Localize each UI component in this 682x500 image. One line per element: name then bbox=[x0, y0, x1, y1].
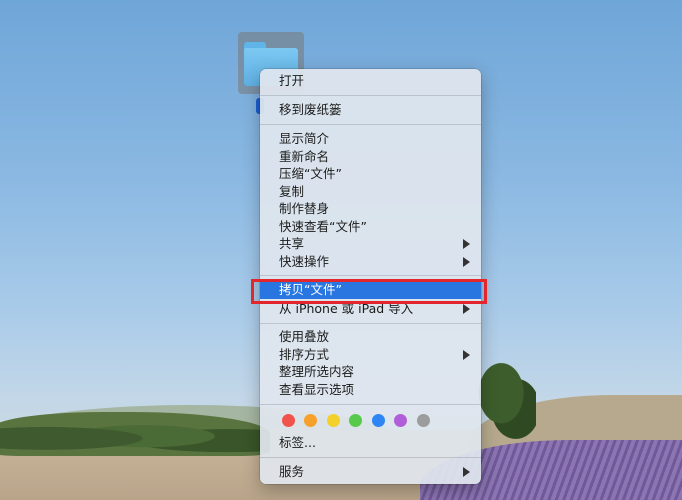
menu-item-services[interactable]: 服务 bbox=[260, 463, 481, 481]
menu-item-duplicate[interactable]: 复制 bbox=[260, 183, 481, 201]
menu-separator bbox=[260, 275, 481, 276]
menu-separator bbox=[260, 457, 481, 458]
menu-item-label: 复制 bbox=[279, 184, 305, 199]
menu-item-label: 显示简介 bbox=[279, 131, 330, 146]
chevron-right-icon bbox=[463, 467, 470, 477]
menu-item-label: 重新命名 bbox=[279, 149, 330, 164]
background-trees bbox=[0, 412, 270, 456]
menu-item-open[interactable]: 打开 bbox=[260, 72, 481, 90]
tag-blue[interactable] bbox=[372, 414, 385, 427]
menu-item-rename[interactable]: 重新命名 bbox=[260, 148, 481, 166]
tag-purple[interactable] bbox=[394, 414, 407, 427]
tag-yellow[interactable] bbox=[327, 414, 340, 427]
menu-item-share[interactable]: 共享 bbox=[260, 235, 481, 253]
menu-item-make-alias[interactable]: 制作替身 bbox=[260, 200, 481, 218]
menu-separator bbox=[260, 404, 481, 405]
menu-item-compress[interactable]: 压缩“文件” bbox=[260, 165, 481, 183]
menu-item-quick-actions[interactable]: 快速操作 bbox=[260, 253, 481, 271]
menu-item-label: 移到废纸篓 bbox=[279, 102, 342, 117]
menu-item-label: 整理所选内容 bbox=[279, 364, 355, 379]
menu-item-use-stacks[interactable]: 使用叠放 bbox=[260, 328, 481, 346]
chevron-right-icon bbox=[463, 350, 470, 360]
menu-item-label: 查看显示选项 bbox=[279, 382, 355, 397]
menu-item-label: 压缩“文件” bbox=[279, 166, 342, 181]
menu-item-label: 服务 bbox=[279, 464, 305, 479]
desktop: 打开 移到废纸篓 显示简介 重新命名 压缩“文件” 复制 制作替身 快速查看“文… bbox=[0, 0, 682, 500]
context-menu: 打开 移到废纸篓 显示简介 重新命名 压缩“文件” 复制 制作替身 快速查看“文… bbox=[260, 69, 481, 484]
chevron-right-icon bbox=[463, 257, 470, 267]
menu-separator bbox=[260, 95, 481, 96]
menu-separator bbox=[260, 124, 481, 125]
menu-item-label: 使用叠放 bbox=[279, 329, 330, 344]
menu-item-view-options[interactable]: 查看显示选项 bbox=[260, 381, 481, 399]
menu-item-clean-up[interactable]: 整理所选内容 bbox=[260, 363, 481, 381]
menu-item-tags[interactable]: 标签... bbox=[260, 434, 481, 452]
menu-item-move-to-trash[interactable]: 移到废纸篓 bbox=[260, 101, 481, 119]
annotation-highlight-box bbox=[251, 279, 487, 304]
menu-item-label: 标签... bbox=[279, 435, 316, 450]
menu-item-label: 排序方式 bbox=[279, 347, 330, 362]
menu-item-label: 快速查看“文件” bbox=[279, 219, 367, 234]
menu-item-label: 共享 bbox=[279, 236, 305, 251]
tag-gray[interactable] bbox=[417, 414, 430, 427]
tag-red[interactable] bbox=[282, 414, 295, 427]
background-tree bbox=[478, 362, 536, 440]
menu-item-quick-look[interactable]: 快速查看“文件” bbox=[260, 218, 481, 236]
menu-item-sort-by[interactable]: 排序方式 bbox=[260, 346, 481, 364]
menu-item-label: 制作替身 bbox=[279, 201, 330, 216]
menu-item-label: 打开 bbox=[279, 73, 305, 88]
tag-orange[interactable] bbox=[304, 414, 317, 427]
chevron-right-icon bbox=[463, 239, 470, 249]
chevron-right-icon bbox=[463, 304, 470, 314]
menu-item-get-info[interactable]: 显示简介 bbox=[260, 130, 481, 148]
menu-item-label: 快速操作 bbox=[279, 254, 330, 269]
tag-green[interactable] bbox=[349, 414, 362, 427]
menu-separator bbox=[260, 323, 481, 324]
